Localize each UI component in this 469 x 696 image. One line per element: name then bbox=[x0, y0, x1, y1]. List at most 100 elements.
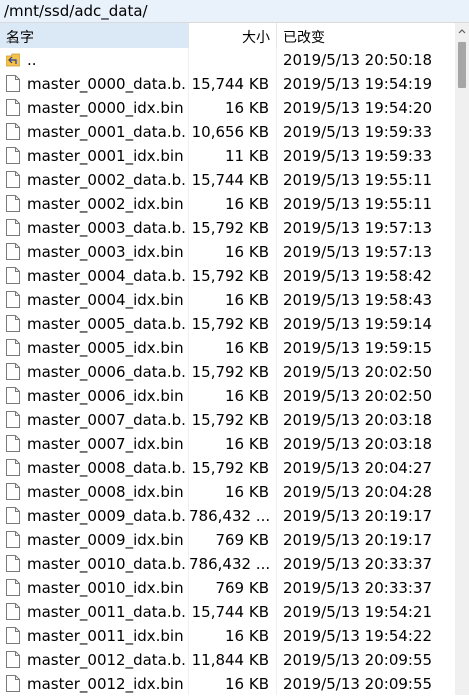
file-row[interactable]: master_0000_idx.bin 16 KB 2019/5/13 19:54:… bbox=[0, 96, 455, 120]
file-icon bbox=[6, 363, 20, 380]
file-modified-date: 2019/5/13 20:33:37 bbox=[283, 579, 433, 597]
file-name: master_0003_data.b... bbox=[27, 219, 187, 237]
file-name: master_0011_data.b... bbox=[27, 603, 187, 621]
file-row[interactable]: master_0012_idx.bin 16 KB 2019/5/13 20:09:… bbox=[0, 672, 455, 696]
file-modified-date: 2019/5/13 19:57:13 bbox=[283, 243, 433, 261]
file-row[interactable]: master_0003_data.b... 15,792 KB 2019/5/13 … bbox=[0, 216, 455, 240]
file-modified-date: 2019/5/13 19:54:20 bbox=[283, 99, 433, 117]
file-modified-date: 2019/5/13 20:04:27 bbox=[283, 459, 433, 477]
file-icon bbox=[6, 579, 20, 596]
file-name: master_0009_idx.bin bbox=[27, 531, 184, 549]
file-icon bbox=[6, 291, 20, 308]
file-modified-date: 2019/5/13 20:19:17 bbox=[283, 507, 433, 525]
file-list: .. 2019/5/13 20:50:18 master_0000_data.b… bbox=[0, 48, 455, 696]
file-name: master_0007_data.b... bbox=[27, 411, 187, 429]
file-row[interactable]: master_0000_data.b... 15,744 KB 2019/5/13 … bbox=[0, 72, 455, 96]
file-modified-date: 2019/5/13 19:57:13 bbox=[283, 219, 433, 237]
column-header-size[interactable]: 大小 bbox=[189, 23, 277, 48]
sort-ascending-icon: ︿ bbox=[6, 30, 20, 46]
file-row[interactable]: master_0005_idx.bin 16 KB 2019/5/13 19:59:… bbox=[0, 336, 455, 360]
vertical-scrollbar[interactable] bbox=[455, 23, 469, 695]
file-icon bbox=[6, 339, 20, 356]
file-icon bbox=[6, 531, 20, 548]
file-size: 15,792 KB bbox=[191, 459, 269, 477]
file-name: master_0009_data.b... bbox=[27, 507, 187, 525]
file-modified-date: 2019/5/13 20:04:28 bbox=[283, 483, 433, 501]
file-modified-date: 2019/5/13 20:03:18 bbox=[283, 435, 433, 453]
parent-row-name: .. bbox=[27, 51, 37, 69]
file-row[interactable]: master_0012_data.b... 11,844 KB 2019/5/13 … bbox=[0, 648, 455, 672]
file-modified-date: 2019/5/13 20:02:50 bbox=[283, 387, 433, 405]
file-row[interactable]: master_0007_data.b... 15,792 KB 2019/5/13 … bbox=[0, 408, 455, 432]
file-row[interactable]: master_0010_data.b... 786,432 ... 2019/5/1… bbox=[0, 552, 455, 576]
file-row[interactable]: master_0009_idx.bin 769 KB 2019/5/13 20:19… bbox=[0, 528, 455, 552]
file-size: 15,744 KB bbox=[191, 603, 269, 621]
file-icon bbox=[6, 267, 20, 284]
file-modified-date: 2019/5/13 19:59:33 bbox=[283, 147, 433, 165]
file-name: master_0008_data.b... bbox=[27, 459, 187, 477]
file-size: 10,656 KB bbox=[191, 123, 269, 141]
file-name: master_0008_idx.bin bbox=[27, 483, 184, 501]
file-row[interactable]: master_0006_idx.bin 16 KB 2019/5/13 20:02:… bbox=[0, 384, 455, 408]
file-icon bbox=[6, 459, 20, 476]
file-modified-date: 2019/5/13 19:58:43 bbox=[283, 291, 433, 309]
file-row[interactable]: master_0001_idx.bin 11 KB 2019/5/13 19:59:… bbox=[0, 144, 455, 168]
file-icon bbox=[6, 603, 20, 620]
path-text: /mnt/ssd/adc_data/ bbox=[4, 2, 148, 20]
file-icon bbox=[6, 411, 20, 428]
file-row[interactable]: master_0002_data.b... 15,744 KB 2019/5/13 … bbox=[0, 168, 455, 192]
scroll-up-arrow-icon[interactable] bbox=[455, 23, 469, 40]
file-row[interactable]: master_0010_idx.bin 769 KB 2019/5/13 20:33… bbox=[0, 576, 455, 600]
path-bar[interactable]: /mnt/ssd/adc_data/ bbox=[0, 0, 469, 23]
file-size: 16 KB bbox=[225, 291, 269, 309]
file-size: 15,792 KB bbox=[191, 219, 269, 237]
file-size: 769 KB bbox=[215, 579, 269, 597]
file-icon bbox=[6, 75, 20, 92]
file-size: 786,432 ... bbox=[189, 555, 271, 573]
column-size-label: 大小 bbox=[242, 30, 270, 46]
file-modified-date: 2019/5/13 19:55:11 bbox=[283, 171, 433, 189]
scrollbar-thumb[interactable] bbox=[458, 42, 466, 88]
file-name: master_0000_data.b... bbox=[27, 75, 187, 93]
file-row[interactable]: master_0008_idx.bin 16 KB 2019/5/13 20:04:… bbox=[0, 480, 455, 504]
file-icon bbox=[6, 507, 20, 524]
file-row[interactable]: master_0007_idx.bin 16 KB 2019/5/13 20:03:… bbox=[0, 432, 455, 456]
file-icon bbox=[6, 123, 20, 140]
file-modified-date: 2019/5/13 19:59:33 bbox=[283, 123, 433, 141]
file-row[interactable]: master_0004_idx.bin 16 KB 2019/5/13 19:58:… bbox=[0, 288, 455, 312]
file-icon bbox=[6, 147, 20, 164]
file-icon bbox=[6, 171, 20, 188]
file-row[interactable]: master_0002_idx.bin 16 KB 2019/5/13 19:55:… bbox=[0, 192, 455, 216]
file-row[interactable]: master_0005_data.b... 15,792 KB 2019/5/13 … bbox=[0, 312, 455, 336]
file-modified-date: 2019/5/13 19:55:11 bbox=[283, 195, 433, 213]
file-icon bbox=[6, 219, 20, 236]
file-icon bbox=[6, 651, 20, 668]
file-size: 16 KB bbox=[225, 339, 269, 357]
file-icon bbox=[6, 627, 20, 644]
column-header-date[interactable]: 已改变 bbox=[277, 23, 455, 48]
file-name: master_0004_data.b... bbox=[27, 267, 187, 285]
file-size: 15,792 KB bbox=[191, 267, 269, 285]
file-name: master_0001_idx.bin bbox=[27, 147, 184, 165]
file-size: 16 KB bbox=[225, 675, 269, 693]
file-row[interactable]: master_0011_data.b... 15,744 KB 2019/5/13 … bbox=[0, 600, 455, 624]
file-icon bbox=[6, 387, 20, 404]
file-modified-date: 2019/5/13 20:09:55 bbox=[283, 651, 433, 669]
file-name: master_0012_data.b... bbox=[27, 651, 187, 669]
file-row[interactable]: master_0009_data.b... 786,432 ... 2019/5/1… bbox=[0, 504, 455, 528]
file-size: 15,792 KB bbox=[191, 411, 269, 429]
file-row[interactable]: master_0004_data.b... 15,792 KB 2019/5/13 … bbox=[0, 264, 455, 288]
file-modified-date: 2019/5/13 20:03:18 bbox=[283, 411, 433, 429]
file-modified-date: 2019/5/13 20:19:17 bbox=[283, 531, 433, 549]
parent-directory-row[interactable]: .. 2019/5/13 20:50:18 bbox=[0, 48, 455, 72]
file-row[interactable]: master_0008_data.b... 15,792 KB 2019/5/13 … bbox=[0, 456, 455, 480]
file-row[interactable]: master_0001_data.b... 10,656 KB 2019/5/13 … bbox=[0, 120, 455, 144]
parent-row-date: 2019/5/13 20:50:18 bbox=[283, 51, 433, 69]
file-size: 11 KB bbox=[225, 147, 269, 165]
file-modified-date: 2019/5/13 19:54:22 bbox=[283, 627, 433, 645]
column-header-name[interactable]: 名字 ︿ bbox=[0, 23, 189, 48]
file-row[interactable]: master_0003_idx.bin 16 KB 2019/5/13 19:57:… bbox=[0, 240, 455, 264]
file-modified-date: 2019/5/13 20:02:50 bbox=[283, 363, 433, 381]
file-row[interactable]: master_0011_idx.bin 16 KB 2019/5/13 19:54:… bbox=[0, 624, 455, 648]
file-row[interactable]: master_0006_data.b... 15,792 KB 2019/5/13 … bbox=[0, 360, 455, 384]
